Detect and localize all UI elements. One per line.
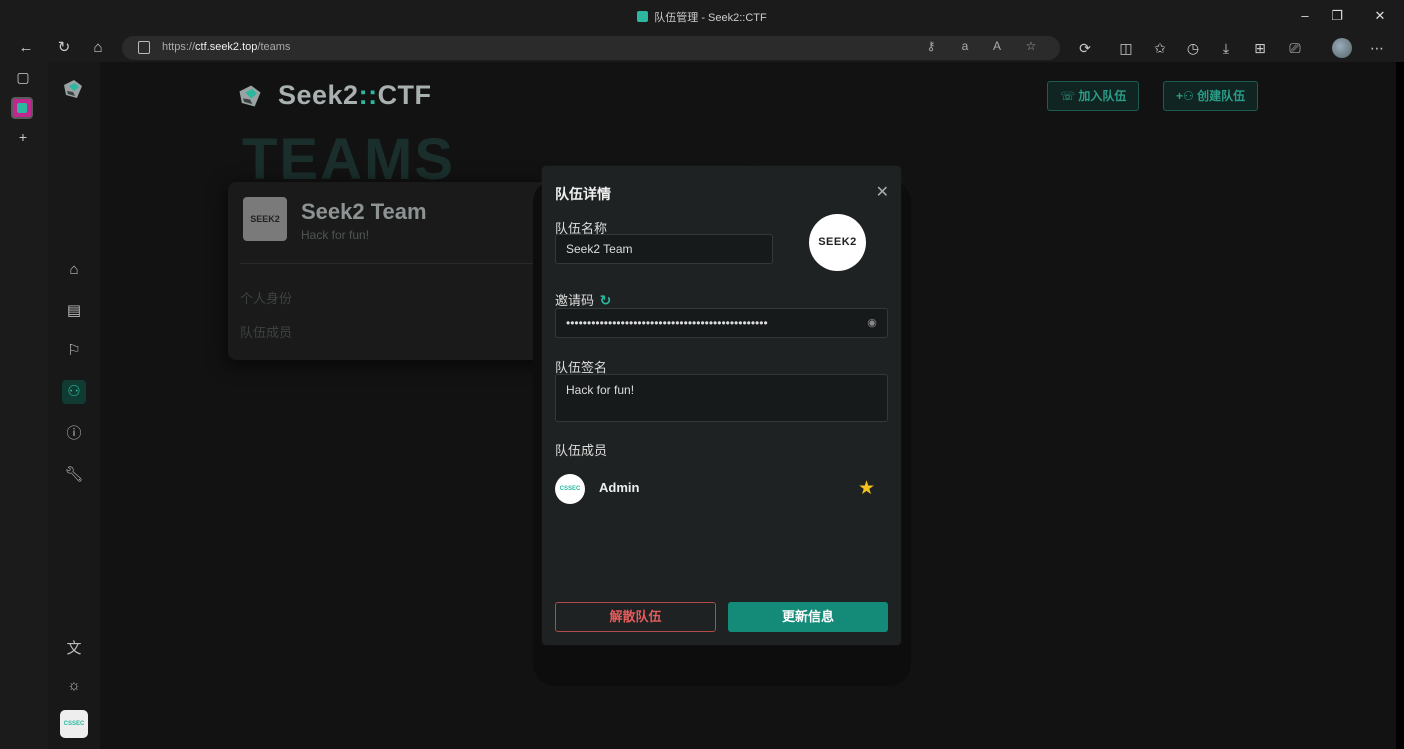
group-add-icon: +⚇ xyxy=(1176,89,1198,103)
address-bar[interactable]: https://ctf.seek2.top/teams ⚷ a A ☆ xyxy=(122,36,1060,60)
collections-icon[interactable]: ⊞ xyxy=(1250,38,1270,58)
window-title: 队伍管理 - Seek2::CTF xyxy=(0,9,1404,25)
minimize-button[interactable]: – xyxy=(1290,8,1320,23)
update-info-button[interactable]: 更新信息 xyxy=(728,602,888,632)
browser-titlebar: 队伍管理 - Seek2::CTF – ❐ ✕ xyxy=(0,0,1404,34)
sidebar-about-icon[interactable]: ⓘ xyxy=(62,422,86,446)
team-name: Seek2 Team xyxy=(301,199,427,224)
team-slogan-textarea[interactable]: Hack for fun! xyxy=(555,374,888,422)
extensions-icon[interactable]: ⟳ xyxy=(1075,38,1095,58)
refresh-invite-code-icon[interactable]: ↻ xyxy=(600,292,612,308)
active-tab[interactable] xyxy=(11,97,33,119)
favorite-star-icon[interactable]: ☆ xyxy=(1022,39,1040,53)
refresh-icon[interactable]: ↻ xyxy=(54,38,74,58)
team-details-dialog: 队伍详情 ✕ 队伍名称 Seek2 Team SEEK2 邀请码 ↻ •••••… xyxy=(542,166,901,645)
dissolve-team-button[interactable]: 解散队伍 xyxy=(555,602,716,632)
team-members-label: 队伍成员 xyxy=(240,325,293,340)
brand-name: Seek2::CTF xyxy=(278,80,432,110)
key-icon[interactable]: ⚷ xyxy=(922,39,940,53)
member-row: CSSEC Admin ★ xyxy=(555,472,888,504)
brand: Seek2::CTF xyxy=(236,80,432,111)
seek2-logo-icon[interactable] xyxy=(61,77,85,101)
team-members-label: 队伍成员 xyxy=(555,443,608,458)
sidebar-announcements-icon[interactable]: ▤ xyxy=(62,299,86,323)
lock-icon xyxy=(138,41,150,54)
translate-icon[interactable]: a xyxy=(956,39,974,53)
sidebar-teams-icon[interactable]: ⚇ xyxy=(62,380,86,404)
invite-code-value: ••••••••••••••••••••••••••••••••••••••••… xyxy=(566,316,768,330)
maximize-button[interactable]: ❐ xyxy=(1322,8,1352,24)
team-avatar[interactable]: SEEK2 xyxy=(809,214,866,271)
invite-code-label: 邀请码 ↻ xyxy=(555,292,612,308)
profile-avatar[interactable] xyxy=(1332,38,1352,58)
close-window-button[interactable]: ✕ xyxy=(1365,8,1395,24)
downloads-icon[interactable]: ⤓ xyxy=(1216,38,1236,58)
user-avatar[interactable]: CSSEC xyxy=(60,710,88,738)
back-icon[interactable]: ← xyxy=(16,38,36,58)
invite-code-input[interactable]: ••••••••••••••••••••••••••••••••••••••••… xyxy=(555,308,888,338)
app-sidebar: ⌂ ▤ ⚐ ⚇ ⓘ 🔧︎ 文 ☼ CSSEC xyxy=(48,62,100,749)
screenshot-icon[interactable]: ⎚ xyxy=(1285,38,1305,58)
user-plus-icon: ☏ xyxy=(1060,89,1079,103)
sidebar-home-icon[interactable]: ⌂ xyxy=(62,258,86,282)
brand-logo-icon xyxy=(239,85,261,106)
read-aloud-icon[interactable]: A xyxy=(988,39,1006,53)
captain-star-icon: ★ xyxy=(857,478,875,499)
tab-actions-icon[interactable]: ▢ xyxy=(14,68,32,86)
team-name-input[interactable]: Seek2 Team xyxy=(555,234,773,264)
eye-icon[interactable]: ◉ xyxy=(865,316,879,330)
member-name: Admin xyxy=(599,480,640,495)
home-icon[interactable]: ⌂ xyxy=(88,38,108,58)
page: ⌂ ▤ ⚐ ⚇ ⓘ 🔧︎ 文 ☼ CSSEC Seek2::CTF ☏ 加入队伍… xyxy=(48,62,1396,749)
url-text[interactable]: https://ctf.seek2.top/teams xyxy=(162,41,290,53)
favorites-icon[interactable]: ✩ xyxy=(1150,38,1170,58)
language-translate-icon[interactable]: 文 xyxy=(62,637,86,661)
vertical-tabs: ▢ + xyxy=(0,62,48,749)
join-team-button[interactable]: ☏ 加入队伍 xyxy=(1047,81,1140,111)
sidebar-tools-wrench-icon[interactable]: 🔧︎ xyxy=(62,463,86,487)
site-favicon-icon xyxy=(637,11,649,22)
tab-title: 队伍管理 - Seek2::CTF xyxy=(654,12,767,24)
split-screen-icon[interactable]: ◫ xyxy=(1116,38,1136,58)
sidebar-challenges-flag-icon[interactable]: ⚐ xyxy=(62,339,86,363)
member-avatar: CSSEC xyxy=(555,474,585,504)
team-logo: SEEK2 xyxy=(243,197,287,241)
new-tab-icon[interactable]: + xyxy=(14,128,32,146)
team-slogan: Hack for fun! xyxy=(301,228,370,242)
theme-sun-icon[interactable]: ☼ xyxy=(62,674,86,698)
create-team-button[interactable]: +⚇ 创建队伍 xyxy=(1163,81,1259,111)
more-icon[interactable]: ⋯ xyxy=(1367,38,1387,58)
close-icon[interactable]: ✕ xyxy=(876,182,889,202)
team-role-label: 个人身份 xyxy=(240,291,293,306)
dialog-title: 队伍详情 xyxy=(555,186,611,202)
history-icon[interactable]: ◷ xyxy=(1183,38,1203,58)
